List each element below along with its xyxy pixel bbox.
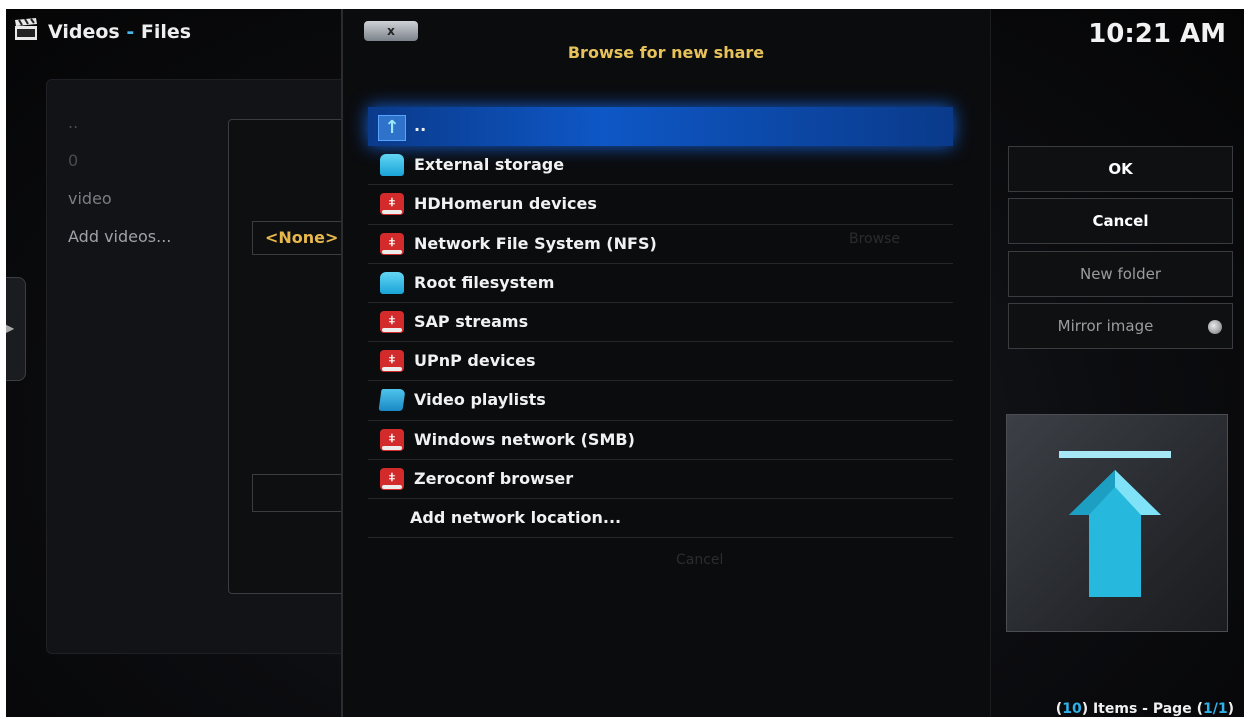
dialog-title: Browse for new share — [567, 43, 765, 62]
new-folder-button[interactable]: New folder — [1008, 251, 1233, 297]
background-file-list: .. 0 video Add videos... — [68, 104, 171, 256]
list-item-label: SAP streams — [414, 311, 529, 331]
network-share-icon: ⧧ — [380, 467, 404, 490]
list-item-label: HDHomerun devices — [414, 194, 597, 214]
clock: 10:21 AM — [1088, 19, 1226, 49]
header-separator: - — [126, 21, 135, 43]
list-item-external-storage[interactable]: External storage — [368, 146, 953, 186]
network-share-icon: ⧧ — [380, 428, 404, 451]
mirror-image-label: Mirror image — [1057, 317, 1154, 335]
list-item[interactable]: 0 — [68, 142, 171, 180]
drive-icon — [380, 154, 404, 177]
cancel-button[interactable]: Cancel — [1008, 198, 1233, 244]
mirror-image-toggle[interactable]: Mirror image — [1008, 303, 1233, 349]
list-item-root-filesystem[interactable]: Root filesystem — [368, 264, 953, 303]
list-item[interactable]: Add videos... — [68, 218, 171, 256]
preview-thumbnail — [1006, 414, 1228, 632]
list-item[interactable]: video — [68, 180, 171, 218]
folder-icon — [378, 389, 406, 412]
list-item-label: External storage — [414, 155, 565, 175]
list-item-sap-streams[interactable]: ⧧ SAP streams — [368, 303, 953, 343]
list-item-label: Root filesystem — [414, 272, 555, 292]
page-title: Videos - Files — [48, 21, 191, 43]
side-menu-tab[interactable]: ▶ — [6, 277, 26, 381]
list-item-upnp[interactable]: ⧧ UPnP devices — [368, 342, 953, 382]
close-button[interactable]: x — [364, 21, 418, 41]
page-info: (10) Items - Page (1/1) — [1055, 701, 1234, 717]
chevron-right-icon: ▶ — [6, 321, 15, 335]
list-item-label: Network File System (NFS) — [414, 233, 657, 253]
network-share-icon: ⧧ — [380, 193, 404, 216]
up-arrow-icon — [1059, 451, 1171, 597]
items-page-label: Items - Page — [1092, 701, 1192, 717]
item-count: 10 — [1062, 701, 1082, 717]
list-item-add-network-location[interactable]: Add network location... — [368, 499, 953, 539]
list-item-video-playlists[interactable]: Video playlists — [368, 381, 953, 421]
page-number: 1/1 — [1202, 701, 1228, 717]
list-item-parent[interactable]: ↑ .. — [368, 107, 953, 147]
radio-indicator-icon — [1208, 320, 1222, 334]
ok-button[interactable]: OK — [1008, 146, 1233, 192]
header-app: Videos — [48, 21, 120, 43]
list-item-label: Video playlists — [414, 390, 546, 410]
list-item-label: Zeroconf browser — [414, 468, 574, 488]
list-item-label: Add network location... — [410, 507, 622, 527]
header-section: Files — [140, 21, 192, 43]
drive-icon — [380, 271, 404, 294]
list-item-nfs[interactable]: ⧧ Network File System (NFS) — [368, 225, 953, 264]
share-list: ↑ .. External storage ⧧ HDHomerun device… — [368, 107, 953, 539]
list-item-label: .. — [414, 116, 427, 135]
network-share-icon: ⧧ — [380, 232, 404, 255]
list-item-label: Windows network (SMB) — [414, 429, 635, 449]
list-item-zeroconf[interactable]: ⧧ Zeroconf browser — [368, 460, 953, 499]
network-share-icon: ⧧ — [380, 350, 404, 373]
list-item[interactable]: .. — [68, 104, 171, 142]
network-share-icon: ⧧ — [380, 310, 404, 333]
screen: Videos - Files 10:21 AM .. 0 video Add v… — [6, 9, 1244, 717]
ghost-cancel-label: Cancel — [676, 552, 724, 568]
parent-folder-icon: ↑ — [378, 115, 406, 141]
list-item-label: UPnP devices — [414, 351, 536, 371]
clapperboard-icon — [15, 18, 37, 40]
list-item-hdhomerun[interactable]: ⧧ HDHomerun devices — [368, 185, 953, 225]
list-item-smb[interactable]: ⧧ Windows network (SMB) — [368, 421, 953, 460]
